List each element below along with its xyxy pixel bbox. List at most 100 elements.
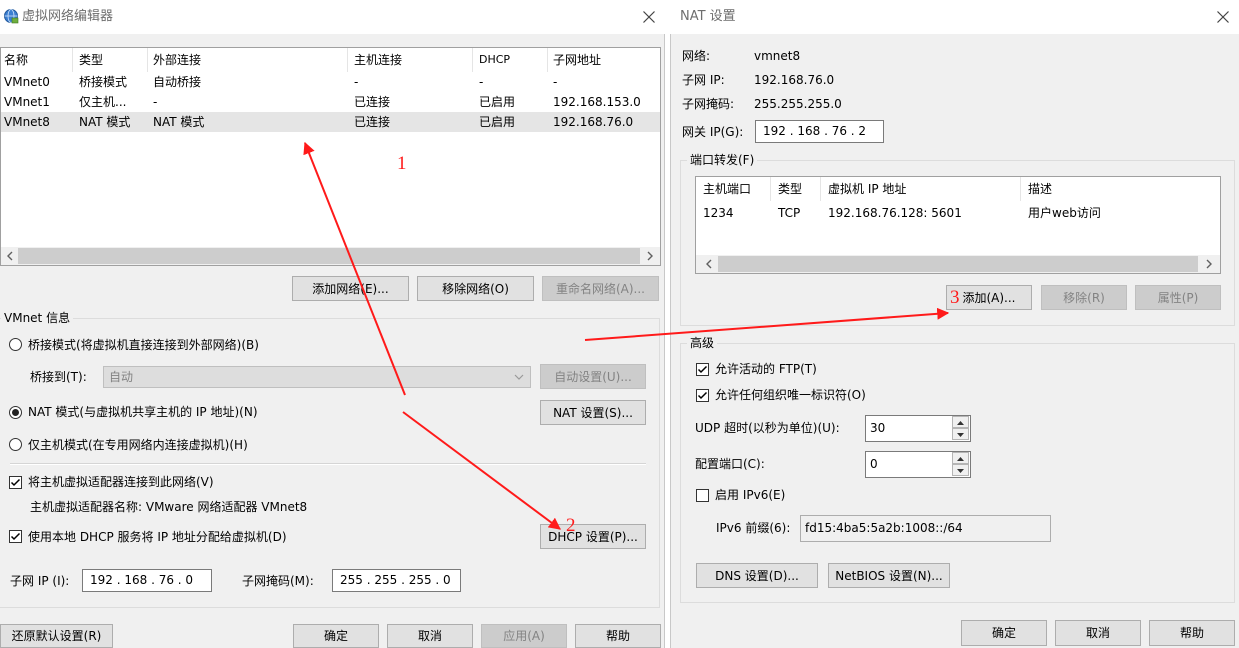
ok-button[interactable]: 确定	[961, 620, 1047, 646]
udp-timeout-stepper[interactable]: 30	[865, 415, 971, 442]
annotation-step-1: 1	[397, 153, 407, 174]
spin-down-icon[interactable]	[952, 464, 969, 476]
ok-button[interactable]: 确定	[293, 624, 379, 648]
column-header-host-port[interactable]: 主机端口	[703, 177, 751, 201]
chevron-left-icon[interactable]	[4, 250, 16, 262]
column-divider[interactable]	[1020, 177, 1021, 201]
column-header-subnet[interactable]: 子网地址	[553, 48, 601, 72]
nat-mode-radio[interactable]	[9, 406, 22, 419]
chevron-right-icon[interactable]	[644, 250, 656, 262]
horizontal-scrollbar[interactable]	[696, 255, 1220, 273]
spin-up-icon[interactable]	[952, 416, 969, 428]
enable-ipv6-checkbox[interactable]	[696, 489, 709, 502]
cell-name: VMnet0	[4, 75, 50, 89]
column-header-dhcp[interactable]: DHCP	[479, 48, 510, 72]
column-header-type[interactable]: 类型	[778, 177, 802, 201]
allow-ftp-checkbox[interactable]	[696, 363, 709, 376]
use-dhcp-checkbox[interactable]	[9, 530, 22, 543]
port-forwarding-group-label: 端口转发(F)	[687, 152, 758, 168]
cell-type: 桥接模式	[79, 75, 128, 89]
cell-vm-ip: 192.168.76.128: 5601	[828, 206, 962, 220]
cell-host: -	[354, 75, 359, 89]
rename-network-button[interactable]: 重命名网络(A)...	[542, 276, 659, 301]
cell-external: 自动桥接	[153, 75, 202, 89]
use-dhcp-label[interactable]: 使用本地 DHCP 服务将 IP 地址分配给虚拟机(D)	[28, 529, 287, 545]
column-header-host[interactable]: 主机连接	[354, 48, 402, 72]
bridge-to-dropdown[interactable]: 自动	[103, 366, 531, 388]
ipv6-prefix-field[interactable]: fd15:4ba5:5a2b:1008::/64	[800, 515, 1051, 542]
subnet-mask-label: 子网掩码(M):	[242, 574, 314, 588]
config-port-stepper[interactable]: 0	[865, 451, 971, 478]
column-divider[interactable]	[347, 48, 348, 72]
divider	[10, 463, 646, 465]
host-only-radio[interactable]	[9, 438, 22, 451]
adapter-name-text: 主机虚拟适配器名称: VMware 网络适配器 VMnet8	[30, 500, 308, 514]
column-header-name[interactable]: 名称	[4, 48, 28, 72]
add-network-button[interactable]: 添加网络(E)...	[292, 276, 409, 301]
properties-button[interactable]: 属性(P)	[1135, 285, 1221, 310]
remove-port-forward-button[interactable]: 移除(R)	[1041, 285, 1127, 310]
scrollbar-thumb[interactable]	[718, 256, 1198, 272]
cell-subnet: -	[553, 75, 558, 89]
connect-adapter-checkbox[interactable]	[9, 476, 22, 489]
remove-network-button[interactable]: 移除网络(O)	[417, 276, 534, 301]
port-forwarding-table[interactable]: 主机端口 类型 虚拟机 IP 地址 描述 1234 TCP 192.168.76…	[695, 176, 1221, 274]
auto-settings-button[interactable]: 自动设置(U)...	[540, 364, 646, 389]
column-header-external[interactable]: 外部连接	[153, 48, 201, 72]
close-icon[interactable]	[642, 10, 656, 24]
nat-settings-button[interactable]: NAT 设置(S)...	[540, 400, 646, 425]
dhcp-settings-button[interactable]: DHCP 设置(P)...	[540, 524, 646, 549]
column-divider[interactable]	[547, 48, 548, 72]
bridged-mode-radio[interactable]	[9, 338, 22, 351]
close-icon[interactable]	[1216, 10, 1230, 24]
column-header-type[interactable]: 类型	[79, 48, 103, 72]
title-bar[interactable]: NAT 设置	[670, 0, 1239, 34]
cancel-button[interactable]: 取消	[1055, 620, 1141, 646]
title-bar[interactable]: 虚拟网络编辑器	[0, 0, 665, 34]
column-divider[interactable]	[72, 48, 73, 72]
nat-settings-dialog: NAT 设置 网络: vmnet8 子网 IP: 192.168.76.0 子网…	[670, 0, 1239, 648]
column-header-description[interactable]: 描述	[1028, 177, 1052, 201]
table-row[interactable]: VMnet1 仅主机... - 已连接 已启用 192.168.153.0	[1, 92, 660, 112]
network-table[interactable]: 名称 类型 外部连接 主机连接 DHCP 子网地址 VMnet0 桥接模式 自动…	[0, 47, 661, 266]
column-divider[interactable]	[472, 48, 473, 72]
subnet-mask-field[interactable]: 255 . 255 . 255 . 0	[332, 569, 461, 592]
enable-ipv6-label[interactable]: 启用 IPv6(E)	[715, 487, 785, 503]
netbios-settings-button[interactable]: NetBIOS 设置(N)...	[828, 563, 950, 588]
restore-defaults-button[interactable]: 还原默认设置(R)	[0, 624, 113, 648]
spin-down-icon[interactable]	[952, 428, 969, 440]
table-row[interactable]: 1234 TCP 192.168.76.128: 5601 用户web访问	[696, 203, 1220, 223]
cell-description: 用户web访问	[1028, 206, 1101, 220]
chevron-right-icon[interactable]	[1203, 258, 1215, 270]
horizontal-scrollbar[interactable]	[1, 247, 660, 265]
subnet-ip-field[interactable]: 192 . 168 . 76 . 0	[82, 569, 212, 592]
nat-mode-label[interactable]: NAT 模式(与虚拟机共享主机的 IP 地址)(N)	[28, 404, 258, 420]
allow-oui-label[interactable]: 允许任何组织唯一标识符(O)	[715, 387, 866, 403]
table-header: 名称 类型 外部连接 主机连接 DHCP 子网地址	[1, 48, 660, 72]
apply-button[interactable]: 应用(A)	[481, 624, 567, 648]
column-divider[interactable]	[147, 48, 148, 72]
checkmark-icon	[697, 365, 708, 374]
cell-subnet: 192.168.153.0	[553, 95, 641, 109]
gateway-ip-field[interactable]: 192 . 168 . 76 . 2	[755, 120, 884, 143]
help-button[interactable]: 帮助	[575, 624, 661, 648]
help-button[interactable]: 帮助	[1149, 620, 1235, 646]
table-row[interactable]: VMnet8 NAT 模式 NAT 模式 已连接 已启用 192.168.76.…	[1, 112, 660, 132]
dns-settings-button[interactable]: DNS 设置(D)...	[696, 563, 818, 588]
column-header-vm-ip[interactable]: 虚拟机 IP 地址	[828, 177, 906, 201]
cell-external: -	[153, 95, 158, 109]
column-divider[interactable]	[820, 177, 821, 201]
table-row[interactable]: VMnet0 桥接模式 自动桥接 - - -	[1, 72, 660, 92]
allow-ftp-label[interactable]: 允许活动的 FTP(T)	[715, 361, 817, 377]
bridged-mode-label[interactable]: 桥接模式(将虚拟机直接连接到外部网络)(B)	[28, 337, 259, 353]
column-divider[interactable]	[770, 177, 771, 201]
host-only-label[interactable]: 仅主机模式(在专用网络内连接虚拟机)(H)	[28, 437, 248, 453]
spin-up-icon[interactable]	[952, 452, 969, 464]
chevron-left-icon[interactable]	[703, 258, 715, 270]
advanced-group-label: 高级	[687, 335, 718, 351]
connect-adapter-label[interactable]: 将主机虚拟适配器连接到此网络(V)	[28, 474, 214, 490]
allow-oui-checkbox[interactable]	[696, 389, 709, 402]
network-value: vmnet8	[754, 49, 801, 63]
scrollbar-thumb[interactable]	[18, 248, 640, 264]
cancel-button[interactable]: 取消	[387, 624, 473, 648]
